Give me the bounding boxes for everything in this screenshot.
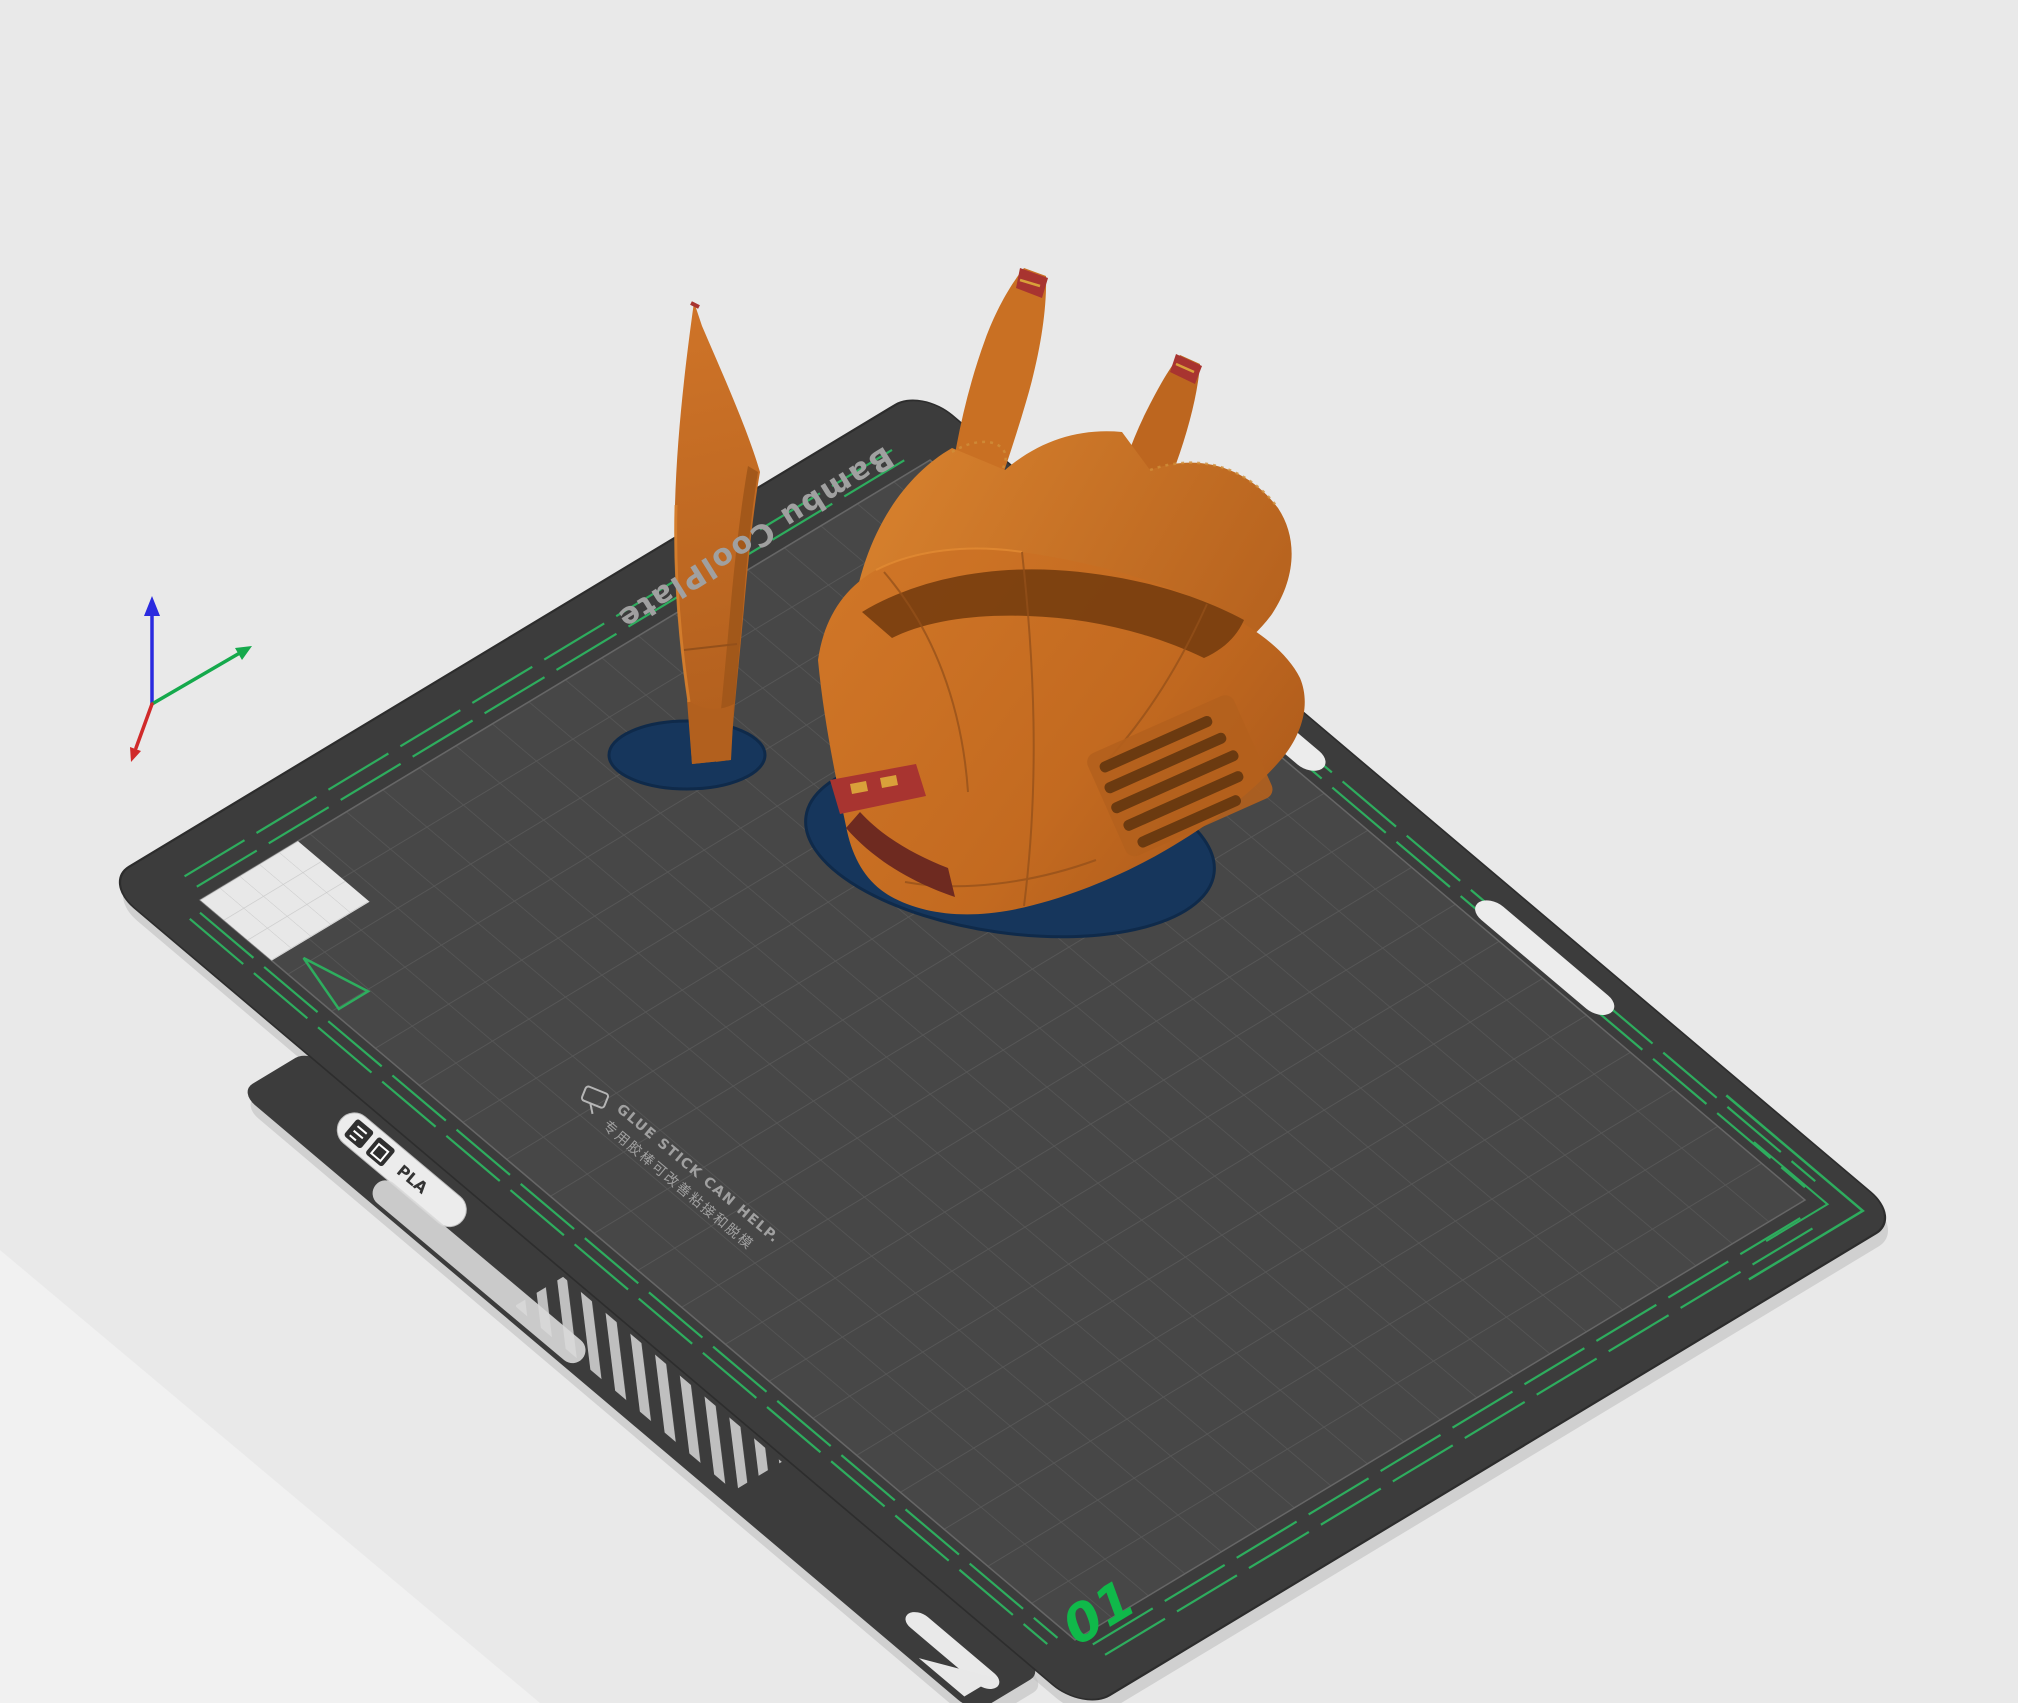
- viewport-3d[interactable]: Bambu CoolPlate PLA GLUE STICK CAN HELP.…: [0, 0, 2018, 1703]
- brim-fin: [609, 721, 765, 789]
